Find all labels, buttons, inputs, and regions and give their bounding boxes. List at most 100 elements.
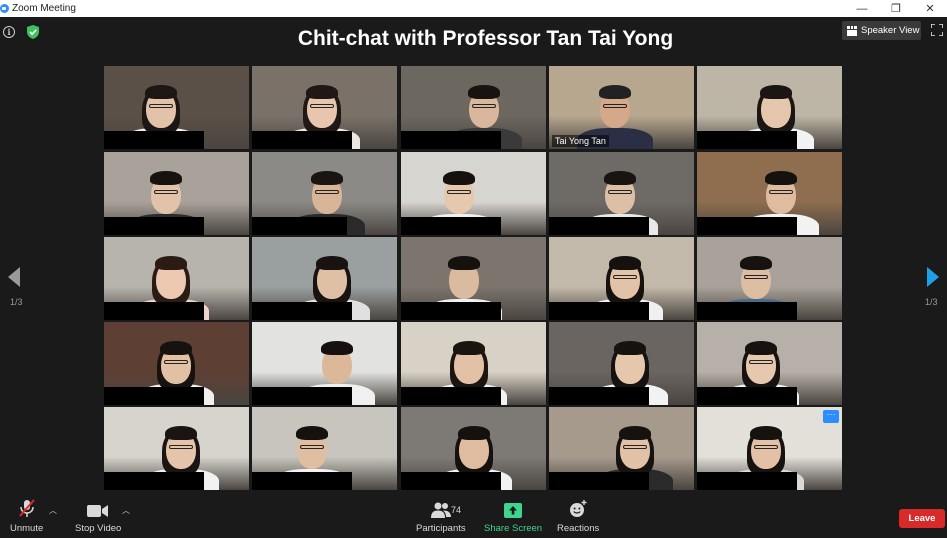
participant-video-tile[interactable] — [697, 152, 842, 235]
restore-button[interactable]: ❐ — [879, 0, 913, 17]
participant-glasses — [608, 190, 632, 194]
redacted-name-bar — [401, 472, 501, 490]
active-speaker-tile[interactable]: Tai Yong Tan — [549, 66, 694, 149]
audio-options-caret-icon[interactable]: ︿ — [49, 505, 57, 516]
stop-video-button[interactable]: Stop Video — [75, 498, 121, 534]
video-gallery: Tai Yong Tan ··· — [104, 66, 844, 492]
redacted-name-bar — [401, 302, 501, 320]
speaker-view-label: Speaker View — [861, 25, 920, 36]
participant-video-tile[interactable] — [401, 66, 546, 149]
redacted-name-bar — [549, 217, 649, 235]
fullscreen-icon[interactable] — [931, 24, 943, 36]
participant-video-tile[interactable] — [401, 322, 546, 405]
redacted-name-bar — [104, 217, 204, 235]
participant-glasses — [613, 275, 637, 279]
zoom-logo-icon — [0, 4, 9, 13]
participant-hair — [745, 341, 777, 355]
reactions-smiley-icon — [570, 500, 587, 517]
participant-video-tile[interactable] — [549, 152, 694, 235]
reactions-button[interactable]: Reactions — [557, 498, 599, 534]
share-screen-button[interactable]: Share Screen — [484, 498, 542, 534]
participant-hair — [453, 341, 485, 355]
next-page-arrow-icon[interactable] — [926, 267, 940, 287]
participant-hair — [311, 171, 343, 185]
reactions-label: Reactions — [557, 523, 600, 534]
participant-video-tile[interactable]: ··· — [697, 407, 842, 490]
participant-video-tile[interactable] — [401, 152, 546, 235]
speaker-view-button[interactable]: Speaker View — [842, 21, 921, 40]
tile-more-options-button[interactable]: ··· — [823, 410, 839, 423]
share-screen-icon — [504, 503, 523, 518]
participant-video-tile[interactable] — [104, 237, 249, 320]
participants-icon — [430, 502, 451, 518]
muted-microphone-icon — [18, 499, 35, 517]
close-button[interactable]: ✕ — [913, 0, 947, 17]
participant-video-tile[interactable] — [104, 66, 249, 149]
participant-glasses — [744, 275, 768, 279]
previous-page-arrow-icon[interactable] — [7, 267, 21, 287]
participant-hair — [740, 256, 772, 270]
active-speaker-name: Tai Yong Tan — [552, 135, 609, 147]
meeting-header: i Chit-chat with Professor Tan Tai Yong … — [0, 17, 947, 63]
redacted-name-bar — [697, 302, 797, 320]
participant-video-tile[interactable] — [252, 152, 397, 235]
participant-glasses — [300, 445, 324, 449]
participant-hair — [760, 85, 792, 99]
participant-hair — [316, 256, 348, 270]
participant-hair — [160, 341, 192, 355]
participant-video-tile[interactable] — [549, 322, 694, 405]
participant-glasses — [603, 104, 627, 108]
participant-hair — [306, 85, 338, 99]
redacted-name-bar — [549, 302, 649, 320]
redacted-name-bar — [252, 217, 347, 235]
share-screen-label: Share Screen — [484, 523, 543, 534]
participant-glasses — [164, 360, 188, 364]
participant-video-tile[interactable] — [549, 237, 694, 320]
participant-glasses — [154, 190, 178, 194]
leave-button[interactable]: Leave — [899, 509, 945, 528]
participant-video-tile[interactable] — [104, 152, 249, 235]
video-options-caret-icon[interactable]: ︿ — [122, 505, 130, 516]
participant-glasses — [447, 190, 471, 194]
participant-hair — [458, 426, 490, 440]
participant-video-tile[interactable] — [252, 407, 397, 490]
redacted-name-bar — [697, 217, 797, 235]
participant-video-tile[interactable] — [104, 322, 249, 405]
participant-hair — [599, 85, 631, 99]
participant-hair — [765, 171, 797, 185]
participant-video-tile[interactable] — [549, 407, 694, 490]
window-title: Zoom Meeting — [12, 3, 76, 14]
participant-glasses — [623, 445, 647, 449]
redacted-name-bar — [104, 387, 204, 405]
redacted-name-bar — [549, 387, 649, 405]
participant-hair — [614, 341, 646, 355]
participant-hair — [750, 426, 782, 440]
participant-video-tile[interactable] — [401, 407, 546, 490]
participant-video-tile[interactable] — [104, 407, 249, 490]
participant-glasses — [310, 104, 334, 108]
unmute-label: Unmute — [10, 523, 44, 534]
participant-video-tile[interactable] — [697, 237, 842, 320]
participant-video-tile[interactable] — [401, 237, 546, 320]
participant-video-tile[interactable] — [697, 66, 842, 149]
redacted-name-bar — [697, 387, 797, 405]
participant-hair — [165, 426, 197, 440]
participant-video-tile[interactable] — [252, 66, 397, 149]
participant-video-tile[interactable] — [252, 322, 397, 405]
redacted-name-bar — [252, 472, 352, 490]
minimize-button[interactable]: — — [845, 0, 879, 17]
redacted-name-bar — [104, 131, 204, 149]
video-camera-icon — [87, 505, 109, 517]
participant-hair — [468, 85, 500, 99]
meeting-toolbar: Unmute ︿ Stop Video ︿ Participants 74 Sh… — [0, 495, 947, 538]
participants-button[interactable]: Participants — [416, 498, 466, 534]
redacted-name-bar — [697, 472, 797, 490]
redacted-name-bar — [252, 302, 352, 320]
redacted-name-bar — [401, 131, 501, 149]
unmute-button[interactable]: Unmute — [10, 498, 43, 534]
participant-video-tile[interactable] — [252, 237, 397, 320]
participant-video-tile[interactable] — [697, 322, 842, 405]
stop-video-label: Stop Video — [75, 523, 122, 534]
speaker-view-icon — [847, 26, 857, 36]
window-controls: — ❐ ✕ — [845, 0, 947, 17]
